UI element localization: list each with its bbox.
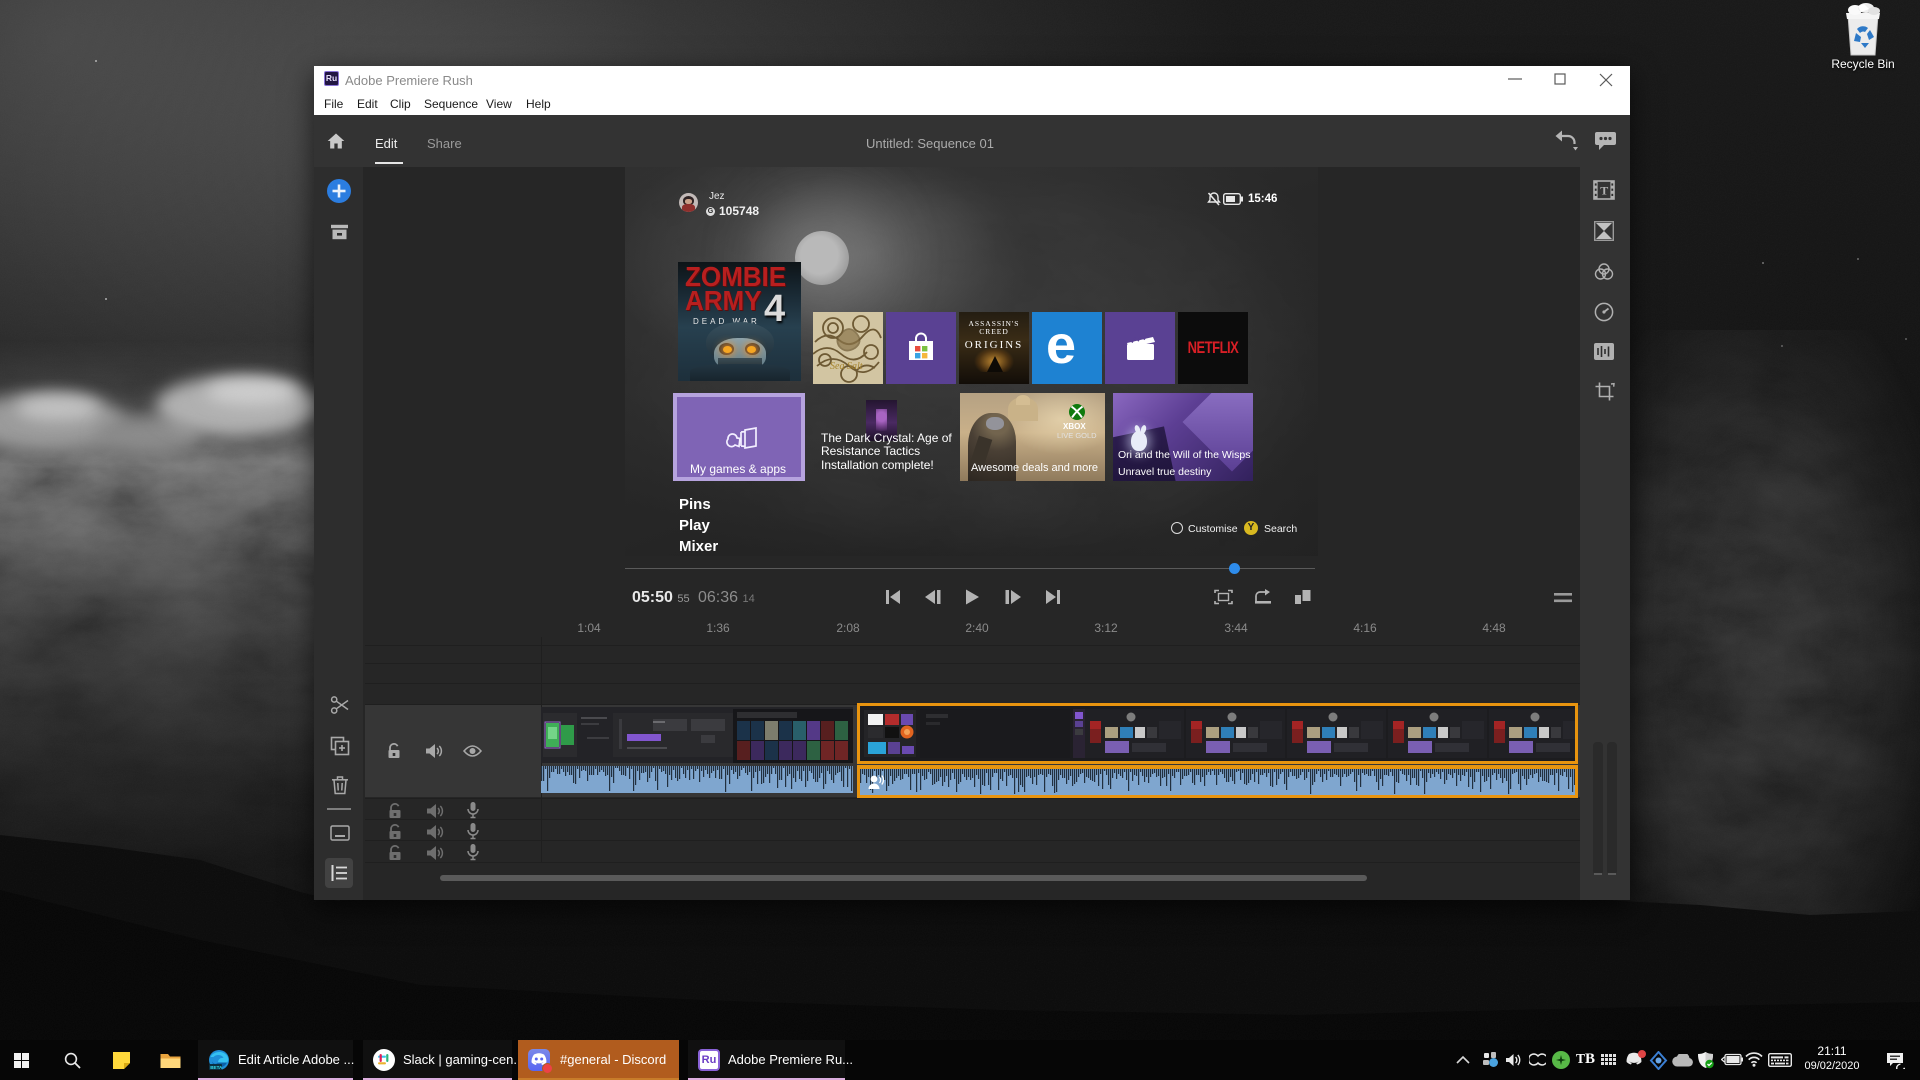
svg-text:Sea Salt: Sea Salt (830, 361, 863, 372)
svg-text:T: T (1600, 184, 1608, 198)
svg-text:LIVE GOLD: LIVE GOLD (1057, 431, 1097, 440)
svg-text:BETA: BETA (210, 1065, 223, 1070)
svg-text:XBOX: XBOX (1063, 422, 1086, 431)
